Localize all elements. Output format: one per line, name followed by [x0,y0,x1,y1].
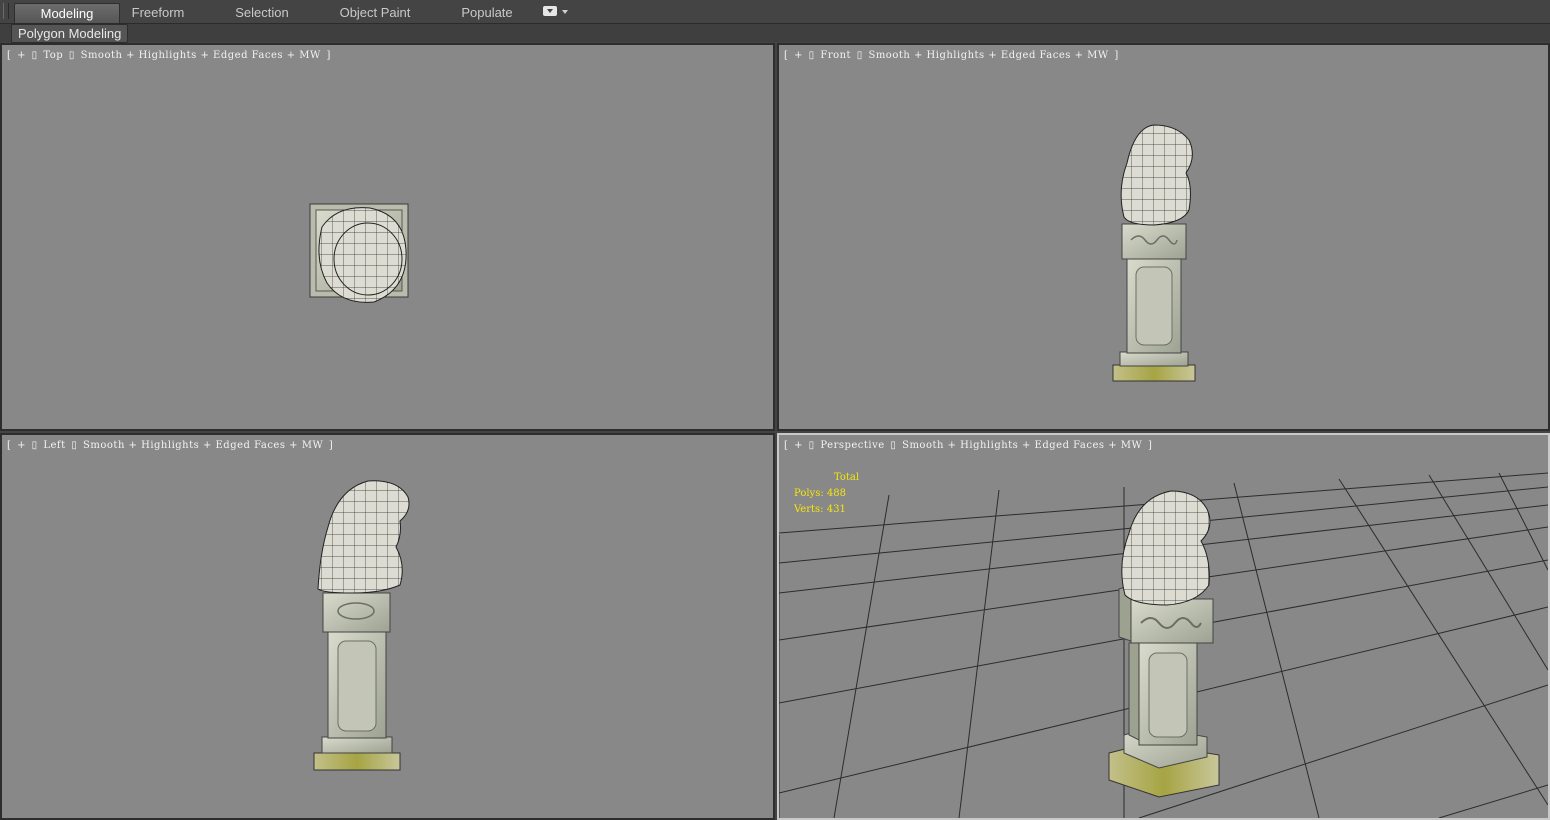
perspective-grid [779,472,1548,818]
viewport-label-perspective[interactable]: [ + ▯ Perspective ▯ Smooth + Highlights … [784,439,1154,453]
tab-modeling[interactable]: Modeling [14,3,120,23]
stats-verts: Verts: 431 [794,502,859,518]
viewport-shading-mode[interactable]: Smooth + Highlights + Edged Faces + MW [902,440,1142,451]
label-separator: ▯ [890,440,897,451]
stats-polys-label: Polys: [794,488,824,499]
tab-object-paint[interactable]: Object Paint [328,3,422,22]
viewport-left[interactable]: [ + ▯ Left ▯ Smooth + Highlights + Edged… [0,433,775,820]
tab-populate[interactable]: Populate [445,3,529,22]
scene-statistics: Total Polys: 488 Verts: 431 [794,470,859,518]
viewport-menu-plus[interactable]: + [794,440,803,451]
ribbon-options-button[interactable] [543,6,569,18]
ribbon-tab-bar: Modeling Freeform Selection Object Paint… [0,0,1550,24]
label-separator: ▯ [808,440,815,451]
stats-verts-label: Verts: [794,504,824,515]
viewport-front[interactable]: [ + ▯ Front ▯ Smooth + Highlights + Edge… [777,43,1550,431]
viewport-top[interactable]: [ + ▯ Top ▯ Smooth + Highlights + Edged … [0,43,775,431]
dropdown-caret-icon [562,10,568,14]
polygon-modeling-panel-button[interactable]: Polygon Modeling [11,24,129,43]
front-view-model[interactable] [779,45,1548,429]
left-view-model[interactable] [2,435,773,818]
viewport-perspective[interactable]: [ + ▯ Perspective ▯ Smooth + Highlights … [777,433,1550,820]
tab-selection[interactable]: Selection [216,3,308,22]
stats-polys-value: 488 [826,488,846,499]
tab-freeform[interactable]: Freeform [112,3,204,22]
label-bracket: [ [784,440,789,451]
top-view-model[interactable] [2,45,773,429]
ribbon-grip-handle[interactable] [3,3,9,19]
stats-title: Total [834,472,860,483]
stats-polys: Polys: 488 [794,486,859,502]
label-bracket: ] [1147,440,1153,451]
stats-verts-value: 431 [826,504,846,515]
ribbon-panel-row: Polygon Modeling [0,24,1550,43]
viewport-view-name[interactable]: Perspective [820,440,884,451]
ribbon-options-icon [543,6,557,16]
